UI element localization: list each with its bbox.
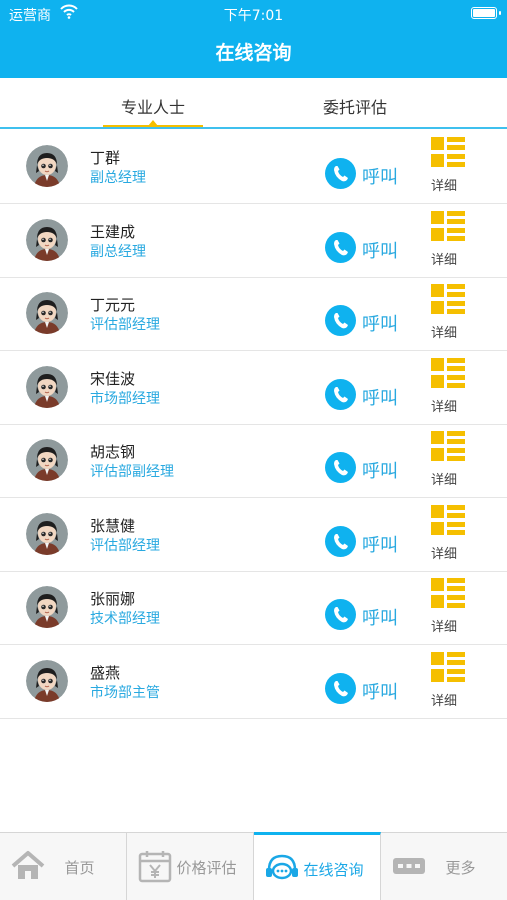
detail-button[interactable]: 详细 [431,651,467,709]
phone-icon [325,599,356,630]
detail-button[interactable]: 详细 [431,431,467,488]
call-button[interactable]: 呼叫 [325,378,415,411]
segment-tabs: 专业人士 委托评估 [0,78,507,129]
call-label: 呼叫 [362,461,398,482]
person-title: 评估部经理 [90,317,160,333]
person-title: 评估部经理 [90,537,160,554]
avatar [26,365,68,408]
list-detail-icon [431,210,465,245]
page-title: 在线咨询 [215,42,292,64]
phone-icon [325,305,356,336]
list-detail-icon [431,504,465,539]
tab-bar-item-3[interactable]: 更多 [381,833,507,900]
active-tab-caret [148,120,158,126]
phone-icon [325,158,356,189]
list-detail-icon [431,431,465,465]
detail-label: 详细 [431,620,458,635]
tab-bar-label: 首页 [64,859,95,877]
tab-bar-label: 更多 [445,859,476,877]
list-item[interactable]: 宋佳波 市场部经理 呼叫 详细 [0,351,507,425]
list-detail-icon [431,357,465,392]
detail-button[interactable]: 详细 [431,578,467,635]
tab-bar-item-1[interactable]: 价格评估 [127,833,254,900]
list-item[interactable]: 盛燕 市场部主管 呼叫 详细 [0,645,507,719]
list-detail-icon [431,651,465,686]
avatar [26,659,68,702]
tab-bar-item-2[interactable]: 在线咨询 [254,832,381,900]
call-button[interactable]: 呼叫 [325,158,415,190]
bottom-tab-bar: 首页 价格评估 在线咨询 更多 [0,832,507,900]
tab-bar-label: 在线咨询 [303,861,364,879]
avatar [26,586,68,628]
detail-button[interactable]: 详细 [431,504,467,562]
detail-button[interactable]: 详细 [431,210,467,268]
list-item[interactable]: 丁群 副总经理 呼叫 详细 [0,131,507,204]
tab-entrust-assessment[interactable]: 委托评估 [305,94,405,118]
detail-label: 详细 [431,546,458,562]
call-button[interactable]: 呼叫 [325,599,415,631]
call-button[interactable]: 呼叫 [325,525,415,558]
person-name: 张慧健 [90,516,136,535]
call-button[interactable]: 呼叫 [325,305,415,337]
avatar [26,292,68,334]
call-label: 呼叫 [362,681,398,703]
detail-label: 详细 [431,399,458,415]
person-name: 盛燕 [90,663,121,682]
detail-label: 详细 [431,326,458,341]
detail-button[interactable]: 详细 [431,357,467,415]
avatar [26,439,68,481]
avatar [26,145,68,187]
call-label: 呼叫 [362,240,398,262]
call-button[interactable]: 呼叫 [325,672,415,705]
person-title: 市场部主管 [90,684,160,701]
call-label: 呼叫 [362,167,398,188]
list-item[interactable]: 张丽娜 技术部经理 呼叫 详细 [0,572,507,645]
call-label: 呼叫 [362,534,398,556]
person-title: 技术部经理 [90,611,160,627]
person-title: 副总经理 [90,170,146,186]
call-button[interactable]: 呼叫 [325,452,415,484]
tab-professionals[interactable]: 专业人士 [103,94,203,118]
phone-icon [325,231,356,263]
avatar [26,512,68,555]
list-item[interactable]: 王建成 副总经理 呼叫 详细 [0,204,507,278]
list-detail-icon [431,137,465,171]
top-bar: 运营商 下午7:01 在线咨询 [0,0,507,78]
person-name: 张丽娜 [90,590,136,608]
avatar [26,218,68,261]
detail-button[interactable]: 详细 [431,284,467,341]
tab-bar-item-0[interactable]: 首页 [0,833,127,900]
person-title: 评估部副经理 [90,464,174,480]
detail-label: 详细 [431,252,458,268]
list-item[interactable]: 张慧健 评估部经理 呼叫 详细 [0,498,507,572]
detail-label: 详细 [431,473,458,488]
phone-icon [325,378,356,410]
call-label: 呼叫 [362,314,398,335]
detail-button[interactable]: 详细 [431,137,467,194]
battery-icon [471,7,501,19]
detail-label: 详细 [431,693,458,709]
list-detail-icon [431,284,465,318]
person-title: 副总经理 [90,243,146,260]
call-button[interactable]: 呼叫 [325,231,415,264]
call-label: 呼叫 [362,608,398,629]
status-bar: 运营商 下午7:01 [0,0,507,26]
person-name: 胡志钢 [90,443,136,461]
list-item[interactable]: 胡志钢 评估部副经理 呼叫 详细 [0,425,507,498]
person-name: 宋佳波 [90,369,136,388]
person-title: 市场部经理 [90,390,160,407]
list-detail-icon [431,578,465,612]
person-name: 丁元元 [90,296,136,314]
list-item[interactable]: 丁元元 评估部经理 呼叫 详细 [0,278,507,351]
phone-icon [325,452,356,483]
tab-bar-label: 价格评估 [176,859,237,877]
detail-label: 详细 [431,179,458,194]
person-name: 丁群 [90,149,121,167]
person-name: 王建成 [90,222,136,241]
phone-icon [325,672,356,704]
phone-icon [325,525,356,557]
call-label: 呼叫 [362,387,398,409]
status-time: 下午7:01 [223,8,284,24]
